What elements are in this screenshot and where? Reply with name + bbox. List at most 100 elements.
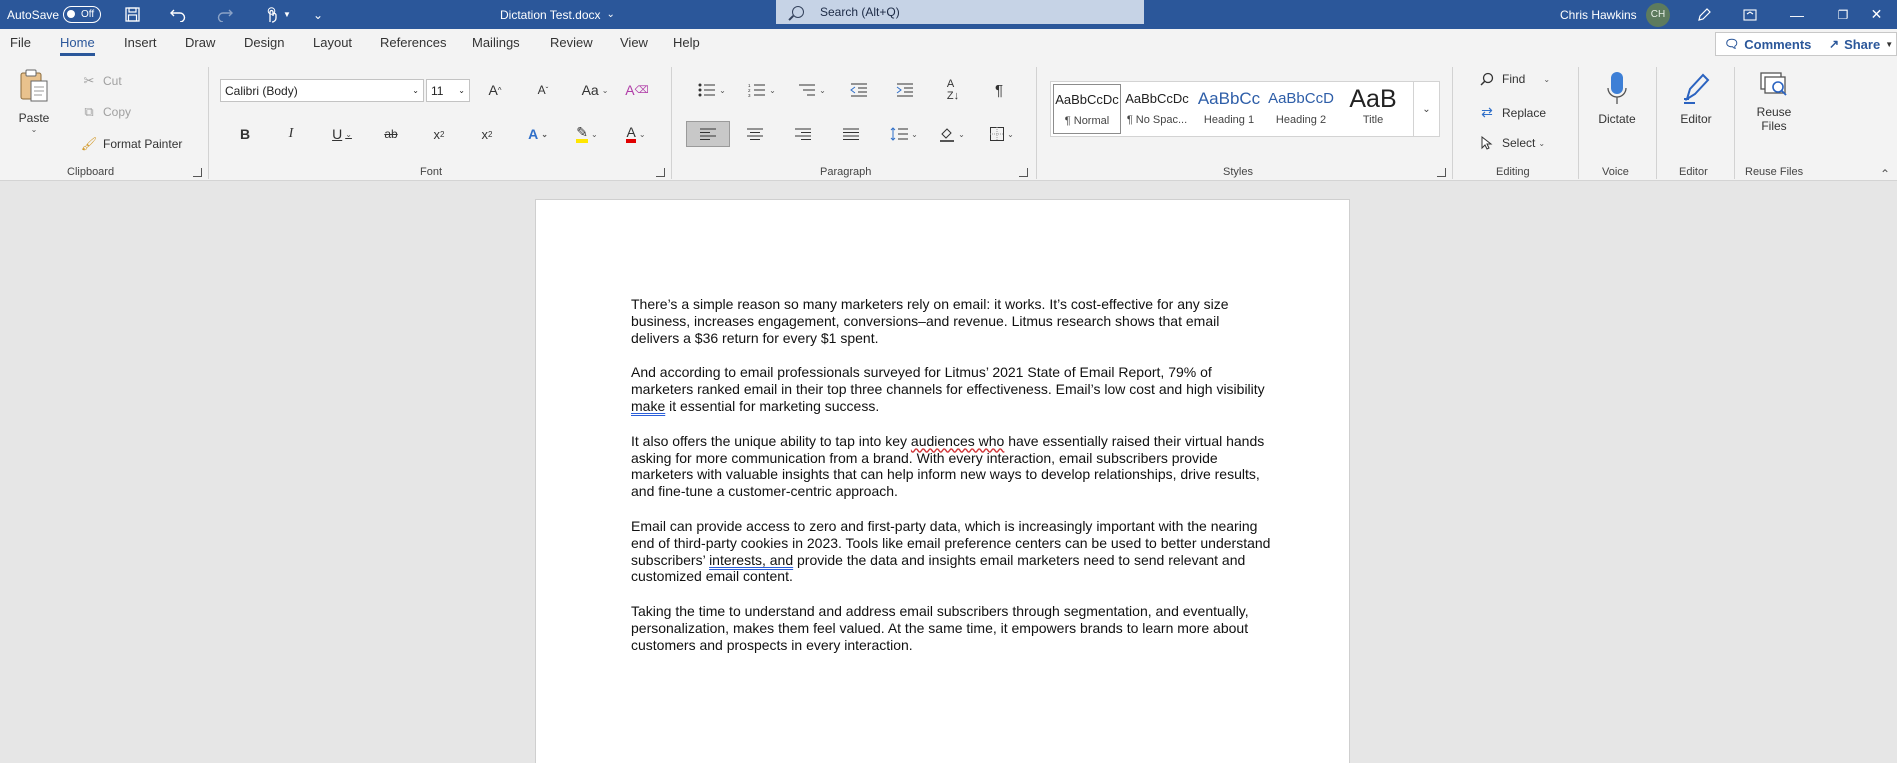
select-button[interactable]: Select ⌄ bbox=[1478, 136, 1545, 150]
paragraph-2[interactable]: And according to email professionals sur… bbox=[631, 364, 1271, 414]
justify-icon[interactable] bbox=[838, 122, 864, 146]
increase-indent-icon[interactable] bbox=[892, 78, 918, 102]
sort-icon[interactable]: A Z↓ bbox=[940, 78, 966, 102]
style-heading-1[interactable]: AaBbCc Heading 1 bbox=[1195, 84, 1263, 134]
grammar-flag[interactable]: make bbox=[631, 398, 665, 414]
dictate-button[interactable]: Dictate bbox=[1590, 71, 1644, 126]
line-spacing-icon[interactable]: ⌄ bbox=[886, 122, 922, 146]
voice-group-label: Voice bbox=[1602, 166, 1629, 178]
clipboard-launcher-icon[interactable] bbox=[193, 168, 202, 177]
paragraph-1[interactable]: There’s a simple reason so many marketer… bbox=[631, 296, 1271, 346]
tab-help[interactable]: Help bbox=[673, 35, 700, 50]
redo-icon[interactable] bbox=[213, 0, 237, 29]
minimize-icon[interactable]: — bbox=[1774, 0, 1820, 29]
save-icon[interactable] bbox=[120, 0, 144, 29]
tab-references[interactable]: References bbox=[380, 35, 446, 50]
decrease-indent-icon[interactable] bbox=[846, 78, 872, 102]
share-button[interactable]: ↗ Share ▼ bbox=[1821, 32, 1897, 56]
multilevel-list-icon[interactable]: ⌄ bbox=[792, 78, 832, 102]
underline-icon[interactable]: U ⌄ bbox=[322, 122, 362, 146]
font-name-combo[interactable]: Calibri (Body) ⌄ bbox=[220, 79, 424, 102]
numbering-icon[interactable]: 1 2 3 ⌄ bbox=[742, 78, 782, 102]
undo-icon[interactable] bbox=[166, 0, 190, 29]
align-right-icon[interactable] bbox=[790, 122, 816, 146]
editor-button[interactable]: Editor bbox=[1668, 71, 1724, 126]
style-normal[interactable]: AaBbCcDc ¶ Normal bbox=[1053, 84, 1121, 134]
group-separator bbox=[1656, 67, 1657, 179]
tab-draw[interactable]: Draw bbox=[185, 35, 215, 50]
search-icon bbox=[792, 6, 804, 18]
shading-icon[interactable]: ⌄ bbox=[934, 122, 970, 146]
chevron-down-icon: ⌄ bbox=[1538, 138, 1546, 148]
superscript-icon[interactable]: x2 bbox=[474, 122, 500, 146]
paste-icon bbox=[20, 69, 48, 102]
styles-more-icon[interactable]: ⌄ bbox=[1413, 82, 1439, 136]
paragraph-3[interactable]: It also offers the unique ability to tap… bbox=[631, 433, 1271, 500]
tab-layout[interactable]: Layout bbox=[313, 35, 352, 50]
tab-view[interactable]: View bbox=[620, 35, 648, 50]
search-box[interactable]: Search (Alt+Q) bbox=[776, 0, 1144, 24]
tab-review[interactable]: Review bbox=[550, 35, 593, 50]
replace-icon: ⇄ bbox=[1481, 104, 1493, 120]
text-effects-icon[interactable]: A ⌄ bbox=[522, 122, 554, 146]
autosave-toggle[interactable]: Off bbox=[63, 6, 101, 23]
avatar[interactable]: CH bbox=[1646, 2, 1670, 27]
style-heading-2[interactable]: AaBbCcD Heading 2 bbox=[1267, 84, 1335, 134]
paintbrush-icon: 🖌 bbox=[80, 136, 98, 151]
paragraph-4[interactable]: Email can provide access to zero and fir… bbox=[631, 518, 1271, 585]
show-formatting-icon[interactable]: ¶ bbox=[986, 78, 1012, 102]
paragraph-launcher-icon[interactable] bbox=[1019, 168, 1028, 177]
search-icon bbox=[1478, 72, 1496, 86]
bullets-icon[interactable]: ⌄ bbox=[692, 78, 732, 102]
style-no-spacing[interactable]: AaBbCcDc ¶ No Spac... bbox=[1123, 84, 1191, 134]
tab-home[interactable]: Home bbox=[60, 35, 95, 56]
grammar-flag[interactable]: interests, and bbox=[709, 552, 793, 568]
ribbon-display-icon[interactable] bbox=[1738, 0, 1762, 29]
paste-button[interactable]: Paste ⌄ bbox=[12, 69, 56, 134]
touch-mode-icon[interactable]: ▼ bbox=[258, 0, 298, 29]
styles-launcher-icon[interactable] bbox=[1437, 168, 1446, 177]
microphone-icon bbox=[1607, 72, 1627, 104]
document-page[interactable]: There’s a simple reason so many marketer… bbox=[535, 199, 1350, 763]
cut-button[interactable]: ✂ Cut bbox=[80, 73, 122, 89]
document-title[interactable]: Dictation Test.docx ⌄ bbox=[500, 0, 615, 29]
align-center-icon[interactable] bbox=[742, 122, 768, 146]
document-body[interactable]: There’s a simple reason so many marketer… bbox=[631, 296, 1271, 672]
copy-button[interactable]: ⧉ Copy bbox=[80, 104, 131, 120]
styles-group-label: Styles bbox=[1223, 166, 1253, 178]
reuse-files-button[interactable]: Reuse Files bbox=[1746, 71, 1802, 133]
tab-design[interactable]: Design bbox=[244, 35, 284, 50]
bold-icon[interactable]: B bbox=[232, 122, 258, 146]
grow-font-icon[interactable]: A ^ bbox=[482, 78, 508, 102]
font-launcher-icon[interactable] bbox=[656, 168, 665, 177]
replace-button[interactable]: ⇄ Replace bbox=[1478, 104, 1546, 121]
highlight-icon[interactable]: ✎ ⌄ bbox=[568, 122, 606, 146]
svg-text:3: 3 bbox=[748, 93, 751, 97]
font-color-icon[interactable]: A ⌄ bbox=[618, 122, 654, 146]
borders-icon[interactable]: ⌄ bbox=[984, 122, 1020, 146]
tab-file[interactable]: File bbox=[10, 35, 31, 50]
find-button[interactable]: Find ⌄ bbox=[1478, 72, 1550, 86]
comments-button[interactable]: 🗨 Comments bbox=[1715, 32, 1823, 56]
editing-group-label: Editing bbox=[1496, 166, 1530, 178]
tab-mailings[interactable]: Mailings bbox=[472, 35, 520, 50]
font-size-combo[interactable]: 11 ⌄ bbox=[426, 79, 470, 102]
format-painter-button[interactable]: 🖌 Format Painter bbox=[80, 136, 183, 152]
pen-icon[interactable] bbox=[1692, 0, 1716, 29]
change-case-icon[interactable]: Aa ⌄ bbox=[578, 78, 612, 102]
customize-toolbar-icon[interactable]: ⌄ bbox=[306, 0, 330, 29]
italic-icon[interactable]: I bbox=[278, 122, 304, 146]
align-left-icon[interactable] bbox=[686, 121, 730, 147]
tab-insert[interactable]: Insert bbox=[124, 35, 157, 50]
subscript-icon[interactable]: x2 bbox=[426, 122, 452, 146]
paragraph-5[interactable]: Taking the time to understand and addres… bbox=[631, 603, 1271, 653]
style-title[interactable]: AaB Title bbox=[1339, 84, 1407, 134]
clear-formatting-icon[interactable]: A ⌫ bbox=[624, 78, 650, 102]
strikethrough-icon[interactable]: ab bbox=[378, 122, 404, 146]
collapse-ribbon-icon[interactable]: ⌃ bbox=[1880, 167, 1890, 181]
chevron-down-icon: ⌄ bbox=[412, 86, 419, 95]
autosave-label: AutoSave bbox=[7, 7, 60, 22]
shrink-font-icon[interactable]: Aˇ bbox=[530, 78, 556, 102]
close-icon[interactable]: ✕ bbox=[1856, 0, 1897, 29]
spelling-flag[interactable]: audiences who bbox=[911, 433, 1004, 449]
